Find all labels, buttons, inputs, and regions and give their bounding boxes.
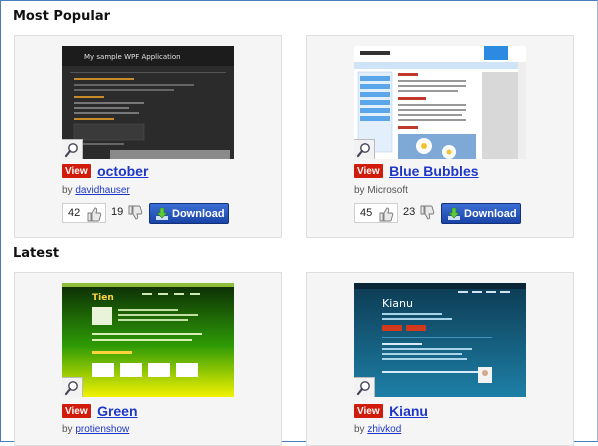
magnifier-icon xyxy=(356,381,370,396)
theme-card-green: Tien View Green by protienshow xyxy=(14,272,282,446)
view-badge[interactable]: View xyxy=(354,404,383,418)
download-arrow-icon xyxy=(448,207,460,220)
by-label: by xyxy=(62,185,73,196)
title-row-blue-bubbles: View Blue Bubbles xyxy=(354,163,479,181)
theme-link-kianu[interactable]: Kianu xyxy=(389,403,428,419)
byline-kianu: by zhivkod xyxy=(354,424,401,435)
author-microsoft: Microsoft xyxy=(367,185,408,196)
download-arrow-icon xyxy=(156,207,168,220)
download-label: Download xyxy=(464,208,517,220)
like-count: 42 xyxy=(68,207,81,219)
download-button-blue-bubbles[interactable]: Download xyxy=(441,203,521,224)
author-link-davidhauser[interactable]: davidhauser xyxy=(75,185,129,196)
dislike-button-october[interactable]: 19 xyxy=(106,203,146,223)
title-row-green: View Green xyxy=(62,403,138,421)
title-row-kianu: View Kianu xyxy=(354,403,428,421)
download-label: Download xyxy=(172,208,225,220)
byline-blue-bubbles: by Microsoft xyxy=(354,185,408,196)
thumbs-down-icon xyxy=(420,205,435,220)
theme-preview-october[interactable]: My sample WPF Application xyxy=(62,46,234,159)
theme-link-green[interactable]: Green xyxy=(97,403,137,419)
preview-image-kianu: Kianu xyxy=(354,283,526,397)
dislike-count: 23 xyxy=(403,206,416,218)
magnifier-icon xyxy=(356,143,370,158)
by-label: by xyxy=(354,185,365,196)
preview-heading-green: Tien xyxy=(92,293,114,303)
theme-card-kianu: Kianu View Kianu by zhivkod xyxy=(306,272,574,446)
title-row-october: View october xyxy=(62,163,148,181)
preview-heading-kianu: Kianu xyxy=(382,297,413,310)
most-popular-heading: Most Popular xyxy=(13,9,111,24)
theme-link-october[interactable]: october xyxy=(97,163,148,179)
theme-preview-kianu[interactable]: Kianu xyxy=(354,283,526,397)
zoom-button-october[interactable] xyxy=(62,139,83,159)
view-badge[interactable]: View xyxy=(62,164,91,178)
like-button-blue-bubbles[interactable]: 45 xyxy=(354,203,398,223)
like-button-october[interactable]: 42 xyxy=(62,203,106,223)
preview-image-blue-bubbles xyxy=(354,46,526,159)
like-count: 45 xyxy=(360,207,373,219)
byline-october: by davidhauser xyxy=(62,185,130,196)
dislike-button-blue-bubbles[interactable]: 23 xyxy=(398,203,438,223)
theme-card-blue-bubbles: View Blue Bubbles by Microsoft 45 23 Dow… xyxy=(306,35,574,238)
theme-link-blue-bubbles[interactable]: Blue Bubbles xyxy=(389,163,478,179)
magnifier-icon xyxy=(64,143,78,158)
zoom-button-green[interactable] xyxy=(62,377,83,397)
thumbs-down-icon xyxy=(128,205,143,220)
author-link-zhivkod[interactable]: zhivkod xyxy=(367,424,401,435)
theme-preview-blue-bubbles[interactable] xyxy=(354,46,526,159)
theme-card-october: My sample WPF Application View october b… xyxy=(14,35,282,238)
thumbs-up-icon xyxy=(379,207,394,222)
theme-preview-green[interactable]: Tien xyxy=(62,283,234,397)
author-link-protienshow[interactable]: protienshow xyxy=(75,424,129,435)
latest-heading: Latest xyxy=(13,246,60,261)
preview-heading-october: My sample WPF Application xyxy=(84,53,181,61)
zoom-button-blue-bubbles[interactable] xyxy=(354,139,375,159)
view-badge[interactable]: View xyxy=(62,404,91,418)
thumbs-up-icon xyxy=(87,207,102,222)
download-button-october[interactable]: Download xyxy=(149,203,229,224)
by-label: by xyxy=(354,424,365,435)
view-badge[interactable]: View xyxy=(354,164,383,178)
magnifier-icon xyxy=(64,381,78,396)
preview-image-october: My sample WPF Application xyxy=(62,46,234,159)
byline-green: by protienshow xyxy=(62,424,129,435)
dislike-count: 19 xyxy=(111,206,124,218)
by-label: by xyxy=(62,424,73,435)
preview-image-green: Tien xyxy=(62,283,234,397)
zoom-button-kianu[interactable] xyxy=(354,377,375,397)
